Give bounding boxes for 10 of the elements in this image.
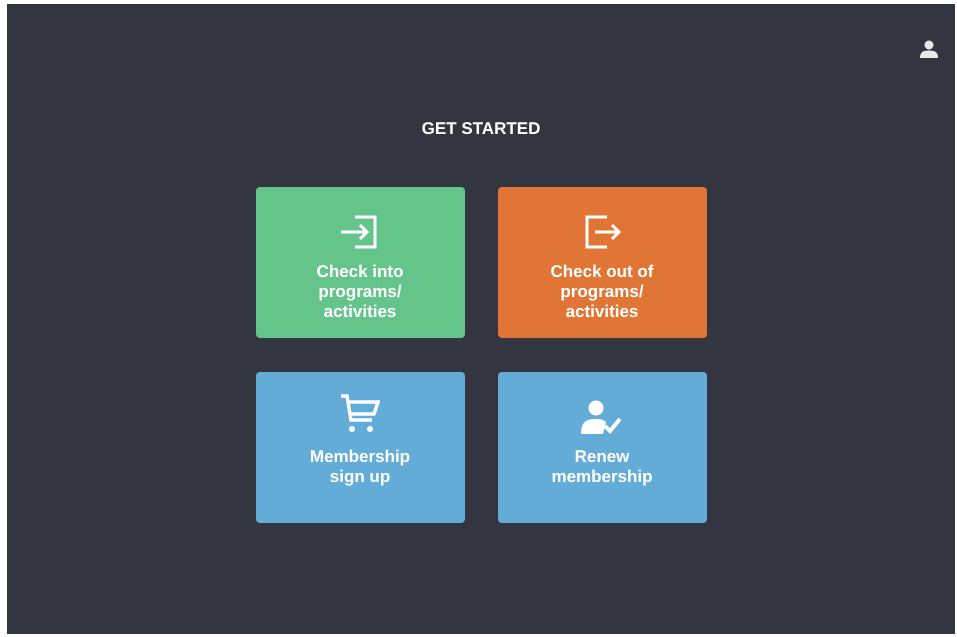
cart-icon: [340, 394, 380, 434]
enter-icon: [341, 214, 379, 248]
action-tile[interactable]: Membership sign up: [256, 372, 464, 522]
action-tile[interactable]: Check out of programs/ activities: [498, 186, 706, 338]
action-tile[interactable]: Check into programs/ activities: [256, 186, 464, 338]
exit-icon: [583, 214, 621, 248]
user-check-icon: [581, 400, 623, 434]
page-title: GET STARTED: [422, 118, 540, 140]
user-icon[interactable]: [920, 40, 938, 58]
action-tile[interactable]: Renew membership: [498, 372, 706, 522]
